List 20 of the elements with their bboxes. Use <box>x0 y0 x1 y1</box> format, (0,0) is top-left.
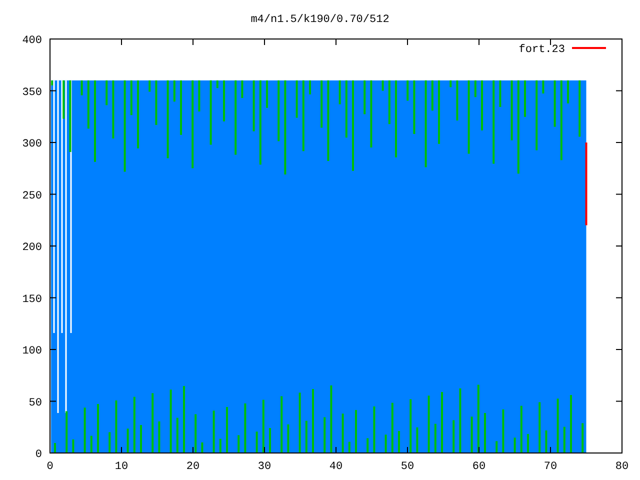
x-tick-label: 50 <box>400 461 414 473</box>
x-tick-label: 40 <box>329 461 343 473</box>
y-tick-label: 150 <box>22 294 42 306</box>
x-tick-label: 80 <box>615 461 629 473</box>
y-tick-label: 350 <box>22 86 42 99</box>
y-tick-label: 200 <box>22 242 42 254</box>
y-tick-label: 100 <box>22 346 42 358</box>
x-tick-label: 10 <box>114 461 128 473</box>
y-tick-label: 50 <box>28 397 42 410</box>
chart-title: m4/n1.5/k190/0.70/512 <box>250 14 390 26</box>
y-tick-label: 0 <box>35 449 42 461</box>
y-tick-label: 250 <box>22 190 42 202</box>
x-tick-label: 60 <box>472 461 486 473</box>
legend-label: fort.23 <box>518 44 565 56</box>
x-tick-label: 0 <box>46 461 54 473</box>
x-tick-label: 30 <box>258 461 272 473</box>
y-tick-label: 400 <box>22 35 42 47</box>
x-tick-label: 70 <box>544 461 558 473</box>
x-tick-label: 20 <box>186 461 200 473</box>
y-tick-label: 300 <box>22 138 42 150</box>
